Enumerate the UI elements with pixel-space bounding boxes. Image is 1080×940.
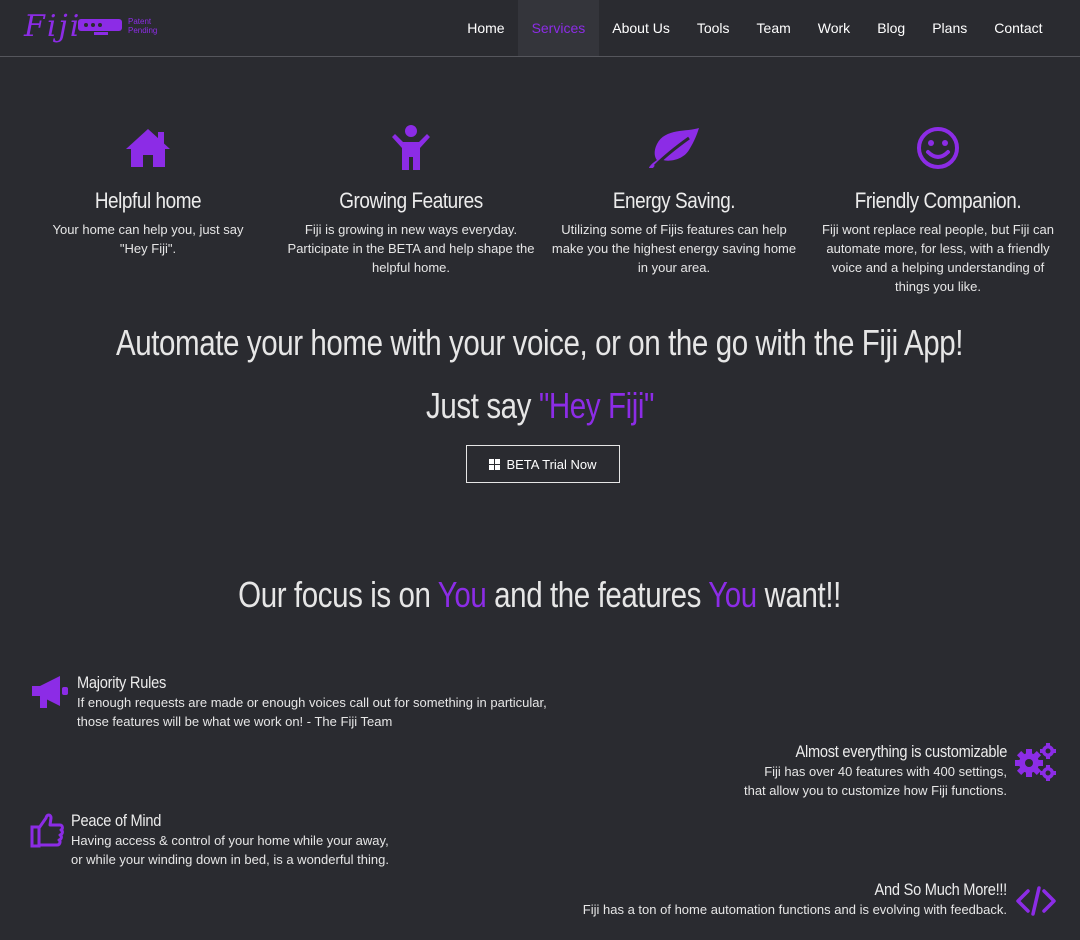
megaphone-icon bbox=[30, 674, 70, 715]
home-icon bbox=[24, 118, 272, 178]
fiji-logo[interactable]: Fiji Patent Pending bbox=[24, 10, 164, 46]
focus-item-title: Majority Rules bbox=[77, 673, 167, 692]
person-icon bbox=[287, 118, 535, 178]
nav-tools[interactable]: Tools bbox=[683, 0, 743, 56]
device-icon bbox=[78, 19, 122, 31]
feature-title: Energy Saving. bbox=[612, 188, 736, 213]
logo-text: Fiji bbox=[24, 9, 82, 44]
feature-text: Fiji wont replace real people, but Fiji … bbox=[822, 222, 1054, 294]
focus-item-line: that allow you to customize how Fiji fun… bbox=[743, 783, 1007, 798]
feature-helpful-home: Helpful home Your home can help you, jus… bbox=[24, 118, 272, 258]
cta-label: BETA Trial Now bbox=[506, 456, 597, 472]
focus-item-title: And So Much More!!! bbox=[874, 880, 1008, 899]
focus-item-line: If enough requests are made or enough vo… bbox=[77, 695, 547, 710]
feature-growing-features: Growing Features Fiji is growing in new … bbox=[287, 118, 535, 277]
focus-heading: Our focus is on You and the features You… bbox=[238, 574, 842, 615]
focus-item-so-much-more: And So Much More!!! Fiji has a ton of ho… bbox=[447, 880, 1007, 919]
focus-item-line: Having access & control of your home whi… bbox=[71, 833, 389, 848]
feature-text: Fiji is growing in new ways everyday. Pa… bbox=[287, 222, 535, 275]
focus-item-line: or while your winding down in bed, is a … bbox=[71, 852, 389, 867]
beta-trial-button[interactable]: BETA Trial Now bbox=[466, 445, 620, 483]
nav-blog[interactable]: Blog bbox=[864, 0, 919, 56]
nav-services[interactable]: Services bbox=[518, 0, 599, 56]
feature-text: Your home can help you, just say "Hey Fi… bbox=[52, 222, 244, 256]
say-phrase: "Hey Fiji" bbox=[538, 385, 655, 426]
focus-item-title: Peace of Mind bbox=[71, 811, 162, 830]
feature-title: Helpful home bbox=[94, 188, 202, 213]
feature-text: Utilizing some of Fijis features can hel… bbox=[551, 222, 797, 275]
thumbs-up-icon bbox=[30, 812, 64, 853]
focus-item-line: Fiji has a ton of home automation functi… bbox=[582, 902, 1007, 917]
focus-item-title: Almost everything is customizable bbox=[795, 742, 1007, 761]
focus-item-line: those features will be what we work on! … bbox=[77, 714, 393, 729]
leaf-icon bbox=[550, 118, 798, 178]
gears-icon bbox=[1014, 742, 1058, 787]
hey-fiji-line: Just say "Hey Fiji" bbox=[0, 385, 1080, 427]
focus-item-line: Fiji has over 40 features with 400 setti… bbox=[764, 764, 1007, 779]
main-nav: Home Services About Us Tools Team Work B… bbox=[454, 0, 1056, 56]
feature-energy-saving: Energy Saving. Utilizing some of Fijis f… bbox=[550, 118, 798, 277]
nav-plans[interactable]: Plans bbox=[919, 0, 981, 56]
nav-home[interactable]: Home bbox=[454, 0, 518, 56]
focus-item-peace-of-mind: Peace of Mind Having access & control of… bbox=[71, 811, 471, 869]
site-header: Fiji Patent Pending Home Services About … bbox=[0, 0, 1080, 57]
hero-headline: Automate your home with your voice, or o… bbox=[116, 322, 964, 363]
say-prefix: Just say bbox=[425, 385, 539, 426]
code-icon bbox=[1016, 885, 1056, 922]
focus-item-customizable: Almost everything is customizable Fiji h… bbox=[507, 742, 1007, 800]
nav-about-us[interactable]: About Us bbox=[599, 0, 684, 56]
focus-item-majority-rules: Majority Rules If enough requests are ma… bbox=[77, 673, 597, 731]
nav-team[interactable]: Team bbox=[743, 0, 804, 56]
smile-icon bbox=[814, 118, 1062, 178]
feature-title: Friendly Companion. bbox=[854, 188, 1022, 213]
windows-icon bbox=[489, 458, 501, 470]
feature-friendly-companion: Friendly Companion. Fiji wont replace re… bbox=[814, 118, 1062, 296]
feature-title: Growing Features bbox=[339, 188, 483, 213]
nav-work[interactable]: Work bbox=[804, 0, 863, 56]
logo-subtext: Patent Pending bbox=[128, 17, 158, 35]
nav-contact[interactable]: Contact bbox=[981, 0, 1056, 56]
